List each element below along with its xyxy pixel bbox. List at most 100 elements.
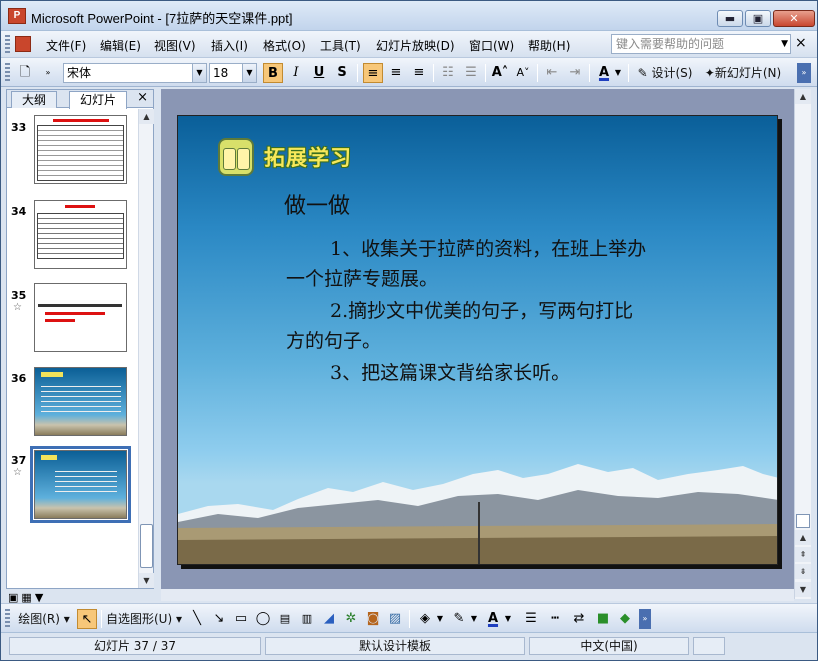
font-name-select[interactable]: 宋体 ▼ — [63, 63, 207, 83]
align-left-icon[interactable]: ≡ — [363, 63, 383, 83]
chevron-down-icon[interactable]: ▼ — [503, 609, 513, 629]
chevron-down-icon[interactable]: ▼ — [192, 64, 206, 82]
font-size-select[interactable]: 18 ▼ — [209, 63, 257, 83]
increase-font-icon[interactable]: A˄ — [490, 63, 510, 83]
new-document-icon[interactable]: 🗋 — [15, 63, 35, 83]
toolbar-options-icon[interactable]: » — [639, 609, 651, 629]
line-color-icon[interactable]: ✎ — [449, 609, 469, 629]
thumbnail-scrollbar[interactable]: ▲ ▼ — [138, 109, 154, 588]
chevron-down-icon[interactable]: ▼ — [469, 609, 479, 629]
document-icon[interactable] — [15, 36, 31, 52]
chevron-down-icon[interactable]: ▼ — [242, 64, 256, 82]
align-center-icon[interactable]: ≡ — [386, 63, 406, 83]
clipart-icon[interactable]: ◙ — [363, 609, 383, 629]
font-color-icon[interactable]: A — [483, 609, 503, 629]
autoshapes-menu-button[interactable]: 自选图形(U) ▾ — [105, 609, 183, 629]
pane-tabs: 大纲 幻灯片 × — [7, 90, 153, 109]
scroll-up-icon[interactable]: ▲ — [139, 109, 154, 124]
tab-outline[interactable]: 大纲 — [11, 91, 58, 108]
scroll-thumb[interactable] — [796, 514, 810, 528]
menu-slideshow[interactable]: 幻灯片放映(D) — [376, 37, 455, 54]
menu-window[interactable]: 窗口(W) — [469, 37, 514, 54]
picture-icon[interactable]: ▨ — [385, 609, 405, 629]
tab-slides[interactable]: 幻灯片 — [69, 91, 128, 109]
help-search-input[interactable]: 键入需要帮助的问题 ▼ — [611, 34, 791, 54]
slide-thumbnail[interactable] — [34, 115, 127, 184]
decrease-font-icon[interactable]: A˅ — [513, 63, 533, 83]
numbering-icon[interactable]: ☷ — [438, 63, 458, 83]
line-icon[interactable]: ╲ — [187, 609, 207, 629]
font-color-icon[interactable]: A — [594, 63, 614, 83]
close-button[interactable]: ✕ — [773, 10, 815, 27]
fill-color-icon[interactable]: ◈ — [415, 609, 435, 629]
current-slide[interactable]: 拓展学习 做一做 1、收集关于拉萨的资料，在班上举办 一个拉萨专题展。 2.摘抄… — [177, 115, 778, 565]
design-button[interactable]: ✎ 设计(S) — [634, 63, 696, 83]
oval-icon[interactable]: ◯ — [253, 609, 273, 629]
italic-button[interactable]: I — [286, 63, 306, 83]
slide-heading: 做一做 — [284, 194, 351, 219]
select-pointer-icon[interactable]: ↖ — [77, 609, 97, 629]
menu-view[interactable]: 视图(V) — [154, 37, 196, 54]
underline-button[interactable]: U — [309, 63, 329, 83]
bold-button[interactable]: B — [263, 63, 283, 83]
line-style-icon[interactable]: ☰ — [521, 609, 541, 629]
design-icon: ✎ — [637, 66, 648, 80]
next-slide-icon[interactable]: ⇟ — [795, 564, 811, 579]
scroll-down-icon[interactable]: ▼ — [139, 573, 154, 588]
minimize-button[interactable]: ▬ — [717, 10, 743, 27]
draw-menu-button[interactable]: 绘图(R) ▾ — [15, 609, 73, 629]
dash-style-icon[interactable]: ┅ — [545, 609, 565, 629]
textbox-icon[interactable]: ▤ — [275, 609, 295, 629]
3d-style-icon[interactable]: ◆ — [615, 609, 635, 629]
previous-slide-icon[interactable]: ⇞ — [795, 547, 811, 562]
scroll-down-icon[interactable]: ▲ — [795, 530, 811, 545]
align-right-icon[interactable]: ≡ — [409, 63, 429, 83]
mountain-background — [178, 464, 777, 564]
toolbar-options-icon[interactable]: » — [797, 63, 811, 83]
menu-grip[interactable] — [5, 35, 10, 54]
chevron-down-icon[interactable]: ▼ — [781, 35, 788, 53]
menu-tools[interactable]: 工具(T) — [320, 37, 361, 54]
menu-help[interactable]: 帮助(H) — [528, 37, 570, 54]
chevron-down-icon[interactable]: ▼ — [613, 63, 623, 83]
thumbnail-list: 33 34 35 ☆ 36 37 ☆ — [7, 109, 138, 588]
arrow-icon[interactable]: ↘ — [209, 609, 229, 629]
menu-edit[interactable]: 编辑(E) — [100, 37, 141, 54]
menu-format[interactable]: 格式(O) — [263, 37, 306, 54]
horizontal-scrollbar[interactable] — [161, 589, 794, 601]
scroll-thumb[interactable] — [140, 524, 153, 568]
toolbar-grip[interactable] — [5, 63, 10, 83]
menu-insert[interactable]: 插入(I) — [211, 37, 248, 54]
bullets-icon[interactable]: ☰ — [461, 63, 481, 83]
scroll-up-icon[interactable]: ▲ — [795, 89, 811, 104]
toolbar-separator — [628, 64, 629, 82]
wordart-icon[interactable]: ◢ — [319, 609, 339, 629]
window-title: Microsoft PowerPoint - [7拉萨的天空课件.ppt] — [31, 11, 293, 26]
slide-thumbnail[interactable] — [34, 283, 127, 352]
chevron-down-icon[interactable]: ▼ — [435, 609, 445, 629]
vertical-textbox-icon[interactable]: ▥ — [297, 609, 317, 629]
restore-button[interactable]: ▣ — [745, 10, 771, 27]
menu-file[interactable]: 文件(F) — [46, 37, 86, 54]
toolbar-grip[interactable] — [5, 609, 10, 629]
scroll-down-icon[interactable]: ▼ — [795, 582, 811, 597]
slide-thumbnail[interactable] — [34, 367, 127, 436]
document-close-button[interactable]: × — [795, 35, 807, 51]
font-size-value: 18 — [213, 66, 229, 80]
shadow-button[interactable]: S — [332, 63, 352, 83]
increase-indent-icon[interactable]: ⇥ — [565, 63, 585, 83]
slide-thumbnail[interactable] — [34, 200, 127, 269]
rectangle-icon[interactable]: ▭ — [231, 609, 251, 629]
powerpoint-icon[interactable]: P — [8, 8, 26, 24]
decrease-indent-icon[interactable]: ⇤ — [542, 63, 562, 83]
diagram-icon[interactable]: ✲ — [341, 609, 361, 629]
shadow-style-icon[interactable]: ■ — [593, 609, 613, 629]
new-slide-button[interactable]: ✦新幻灯片(N) — [700, 63, 786, 83]
toolbar-options-icon[interactable]: » — [41, 63, 55, 83]
arrow-style-icon[interactable]: ⇄ — [569, 609, 589, 629]
vertical-scrollbar[interactable]: ▲ ▲ ⇞ ⇟ ▼ — [794, 89, 811, 599]
thumbnail-table — [37, 213, 124, 259]
draw-label: 绘图(R) — [18, 612, 60, 626]
pane-close-button[interactable]: × — [137, 90, 148, 106]
slide-thumbnail-selected[interactable] — [30, 446, 131, 523]
